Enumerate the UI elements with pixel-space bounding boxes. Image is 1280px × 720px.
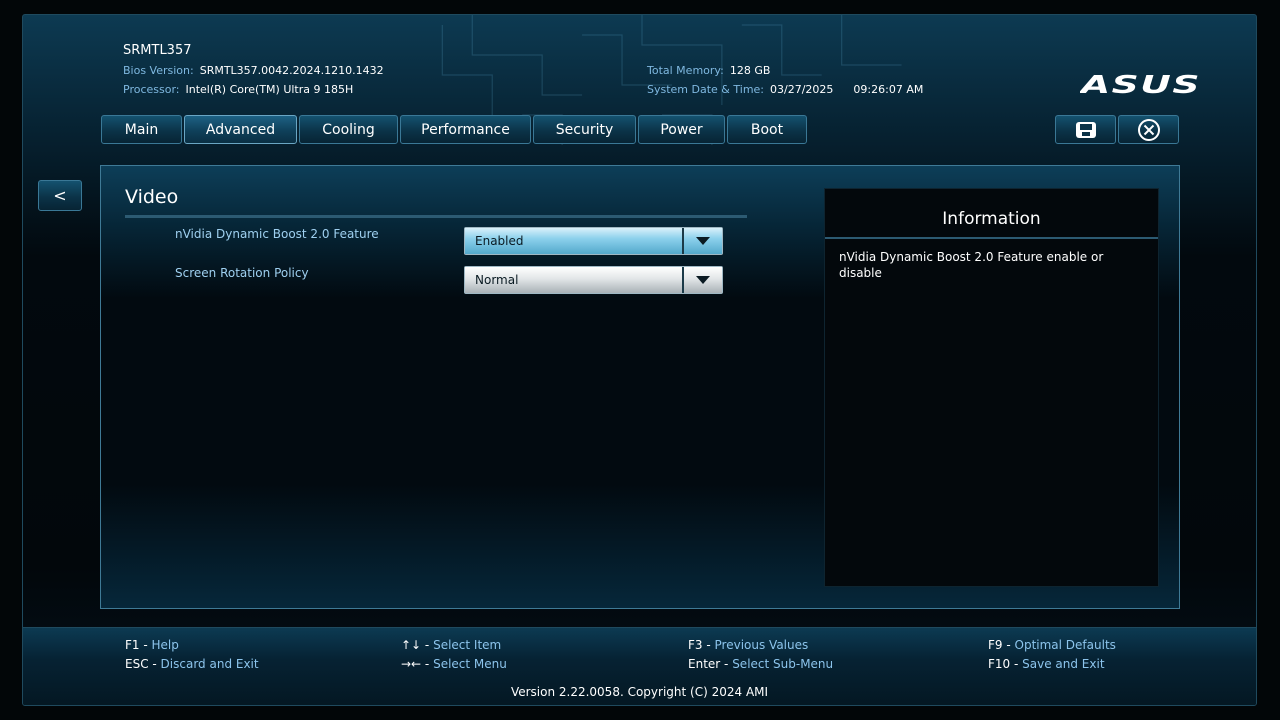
dynamic-boost-select[interactable]: Enabled	[464, 227, 723, 255]
hotkey-desc: Save and Exit	[1022, 657, 1105, 671]
tab-bar: Main Advanced Cooling Performance Securi…	[101, 115, 807, 144]
tab-performance[interactable]: Performance	[400, 115, 531, 144]
hotkey-desc: Select Sub-Menu	[732, 657, 834, 671]
hotkey-desc: Previous Values	[714, 638, 809, 652]
processor-row: Processor: Intel(R) Core(TM) Ultra 9 185H	[123, 83, 353, 96]
hotkey-f9: F9 - Optimal Defaults	[988, 638, 1116, 652]
bios-version-value: SRMTL357.0042.2024.1210.1432	[199, 64, 384, 77]
bios-version-label: Bios Version:	[123, 64, 194, 77]
main-panel: Video nVidia Dynamic Boost 2.0 Feature E…	[100, 165, 1180, 609]
hotkey-key: Enter	[688, 657, 721, 671]
memory-label: Total Memory:	[647, 64, 724, 77]
hotkey-leftright: →← - Select Menu	[401, 657, 507, 671]
hotkey-key: F1	[125, 638, 140, 652]
tab-advanced[interactable]: Advanced	[184, 115, 297, 144]
hotkey-desc: Optimal Defaults	[1014, 638, 1116, 652]
toolbar	[1055, 115, 1179, 144]
section-divider	[125, 215, 747, 218]
datetime-row: System Date & Time: 03/27/2025 09:26:07 AM	[647, 83, 923, 96]
date-value[interactable]: 03/27/2025	[770, 83, 833, 96]
asus-logo-text: ASUS	[1080, 73, 1201, 95]
hotkey-key: F3	[688, 638, 703, 652]
hotkey-desc: Discard and Exit	[160, 657, 259, 671]
datetime-label: System Date & Time:	[647, 83, 765, 96]
hotkey-key: ESC	[125, 657, 149, 671]
memory-row: Total Memory: 128 GB	[647, 64, 770, 77]
hotkey-f10: F10 - Save and Exit	[988, 657, 1105, 671]
setting-label-dynamic-boost: nVidia Dynamic Boost 2.0 Feature	[175, 227, 379, 241]
hotkey-key: F10	[988, 657, 1011, 671]
tab-security[interactable]: Security	[533, 115, 636, 144]
processor-label: Processor:	[123, 83, 180, 96]
tab-cooling[interactable]: Cooling	[299, 115, 398, 144]
information-text: nVidia Dynamic Boost 2.0 Feature enable …	[839, 250, 1104, 280]
information-panel: Information nVidia Dynamic Boost 2.0 Fea…	[824, 188, 1159, 587]
memory-value: 128 GB	[729, 64, 771, 77]
processor-value: Intel(R) Core(TM) Ultra 9 185H	[185, 83, 354, 96]
save-button[interactable]	[1055, 115, 1116, 144]
hotkey-key: ↑↓	[401, 638, 422, 652]
information-divider	[825, 237, 1158, 239]
time-value[interactable]: 09:26:07 AM	[853, 83, 923, 96]
screen-rotation-value: Normal	[465, 267, 684, 293]
hotkey-enter: Enter - Select Sub-Menu	[688, 657, 834, 671]
hotkey-desc: Select Item	[433, 638, 502, 652]
hotkey-desc: Help	[151, 638, 179, 652]
setting-label-screen-rotation: Screen Rotation Policy	[175, 266, 309, 280]
hotkey-key: F9	[988, 638, 1003, 652]
close-circle-icon	[1137, 118, 1160, 141]
bios-version-row: Bios Version: SRMTL357.0042.2024.1210.143…	[123, 64, 384, 77]
save-icon	[1075, 121, 1096, 138]
section-title: Video	[125, 186, 179, 208]
hotkey-f1: F1 - Help	[125, 638, 179, 652]
exit-button[interactable]	[1118, 115, 1179, 144]
dynamic-boost-value: Enabled	[465, 228, 684, 254]
version-text: Version 2.22.0058. Copyright (C) 2024 AM…	[510, 685, 769, 699]
back-button[interactable]: <	[38, 180, 82, 211]
hotkey-esc: ESC - Discard and Exit	[125, 657, 259, 671]
tab-boot[interactable]: Boot	[727, 115, 807, 144]
asus-logo: ASUS	[1080, 73, 1201, 95]
information-title: Information	[942, 209, 1041, 229]
hotkey-desc: Select Menu	[433, 657, 507, 671]
chevron-down-icon	[684, 267, 722, 293]
hotkey-f3: F3 - Previous Values	[688, 638, 809, 652]
chevron-down-icon	[684, 228, 722, 254]
screen-rotation-select[interactable]: Normal	[464, 266, 723, 294]
system-name: SRMTL357	[123, 43, 192, 58]
hotkey-updown: ↑↓ - Select Item	[401, 638, 502, 652]
tab-power[interactable]: Power	[638, 115, 725, 144]
tab-main[interactable]: Main	[101, 115, 182, 144]
bios-window: SRMTL357 Bios Version: SRMTL357.0042.2024…	[22, 14, 1257, 706]
hotkey-key: →←	[401, 657, 422, 671]
